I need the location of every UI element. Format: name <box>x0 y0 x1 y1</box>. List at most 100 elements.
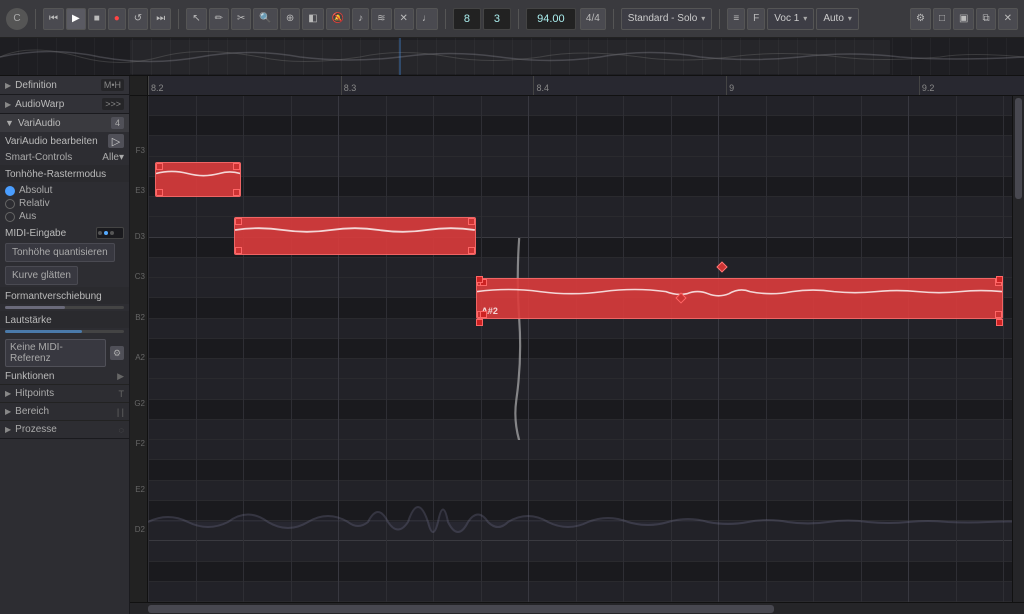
note-a2: A2 <box>135 354 145 362</box>
bereich-header[interactable]: ▶ Bereich | | <box>0 403 129 420</box>
ruler-piano-spacer <box>130 76 148 95</box>
time-sig-display[interactable]: 4/4 <box>580 8 606 30</box>
variaudio-number: 4 <box>111 117 124 129</box>
tool-vel[interactable]: ≋ <box>371 8 391 30</box>
handle-2-tr[interactable] <box>468 218 475 225</box>
tool-draw[interactable]: ✏ <box>209 8 229 30</box>
record-button[interactable]: ● <box>108 8 126 30</box>
left-panel: ▶ Definition M•H ▶ AudioWarp >>> ▼ VariA… <box>0 76 130 614</box>
horizontal-scrollbar[interactable] <box>130 602 1024 614</box>
edit-label: VariAudio bearbeiten <box>5 136 104 147</box>
handle-1-tl[interactable] <box>156 163 163 170</box>
settings-button[interactable]: ⚙ <box>910 8 931 30</box>
no-midi-btn[interactable]: Keine MIDI-Referenz <box>5 339 106 367</box>
voice-mute[interactable]: F <box>747 8 765 30</box>
smooth-curve-btn[interactable]: Kurve glätten <box>5 266 78 285</box>
quantize-value[interactable]: 8 <box>453 8 481 30</box>
prozesse-section: ▶ Prozesse ◌ <box>0 420 129 438</box>
tool-split[interactable]: ⊕ <box>280 8 300 30</box>
handle-3-mid2[interactable] <box>480 311 487 318</box>
prozesse-icon: ◌ <box>119 425 124 435</box>
tool-erase[interactable]: ✂ <box>231 8 251 30</box>
waveform-overview[interactable] <box>0 38 1024 76</box>
window-button2[interactable]: ▣ <box>953 8 974 30</box>
pitch-block-1[interactable] <box>155 162 241 197</box>
voice-button[interactable]: ≡ <box>727 8 745 30</box>
hitpoints-section: ▶ Hitpoints T <box>0 384 129 402</box>
piano-keyboard: F3 E3 D3 C3 B2 A2 G2 F2 E2 D2 <box>130 96 148 602</box>
close-button[interactable]: ✕ <box>998 8 1018 30</box>
tool-glue[interactable]: ◧ <box>302 8 323 30</box>
tool-buttons: ↖ ✏ ✂ 🔍 ⊕ ◧ 🔕 ♪ ≋ ✕ ♩ <box>186 8 438 30</box>
audio-waveform-between <box>476 238 562 440</box>
row-gs2 <box>148 339 1012 359</box>
row-e3s <box>148 116 1012 136</box>
marker-left-top[interactable] <box>476 276 483 283</box>
handle-1-br[interactable] <box>233 189 240 196</box>
stop-button[interactable]: ■ <box>88 8 106 30</box>
voice-controls: ≡ F Voc 1 Auto <box>727 8 859 30</box>
tool-mute[interactable]: 🔕 <box>326 8 350 30</box>
scroll-thumb-v[interactable] <box>1015 98 1022 199</box>
sep6 <box>719 9 720 29</box>
window-button3[interactable]: ⧉ <box>976 8 995 30</box>
marker-right-bottom[interactable] <box>996 319 1003 326</box>
handle-2-bl[interactable] <box>235 247 242 254</box>
radio-aus[interactable]: Aus <box>5 210 124 223</box>
radio-relativ[interactable]: Relativ <box>5 197 124 210</box>
radio-relativ-label: Relativ <box>19 198 50 209</box>
handle-2-tl[interactable] <box>235 218 242 225</box>
volume-label: Lautstärke <box>0 311 129 328</box>
tool-chord[interactable]: ♪ <box>352 8 369 30</box>
radio-aus-label: Aus <box>19 211 36 222</box>
pitch-block-3[interactable]: A#2 <box>476 278 1003 318</box>
tool-note[interactable]: ♩ <box>416 8 438 30</box>
formant-slider[interactable] <box>5 306 124 309</box>
quantize-pitch-btn[interactable]: Tonhöhe quantisieren <box>5 243 115 262</box>
note-c3: C3 <box>135 273 145 281</box>
tool-zoom[interactable]: 🔍 <box>253 8 277 30</box>
cycle-button[interactable]: ↺ <box>128 8 148 30</box>
volume-slider[interactable] <box>5 330 124 333</box>
no-midi-row: Keine MIDI-Referenz ⚙ <box>0 337 129 369</box>
no-midi-settings-icon[interactable]: ⚙ <box>110 346 124 360</box>
variaudio-header: ▼ VariAudio 4 <box>0 114 129 132</box>
quantize-group: 8 3 <box>453 8 511 30</box>
handle-2-br[interactable] <box>468 247 475 254</box>
quantize-sub[interactable]: 3 <box>483 8 511 30</box>
audiowarp-header[interactable]: ▶ AudioWarp >>> <box>0 95 129 113</box>
marker-left-bottom[interactable] <box>476 319 483 326</box>
definition-label: Definition <box>15 80 97 91</box>
edit-icon-btn[interactable]: ▷ <box>108 134 124 148</box>
voice-dropdown[interactable]: Voc 1 <box>767 8 814 30</box>
note-d2: D2 <box>135 526 145 534</box>
volume-slider-row <box>0 328 129 335</box>
background-waveform <box>148 442 1012 602</box>
tool-x[interactable]: ✕ <box>394 8 414 30</box>
rewind-button[interactable]: ⏮ <box>43 8 64 30</box>
forward-button[interactable]: ⏭ <box>150 8 171 30</box>
pitch-grid[interactable]: A#2 <box>148 96 1012 602</box>
hitpoints-header[interactable]: ▶ Hitpoints T <box>0 385 129 402</box>
row-d3 <box>148 177 1012 197</box>
handle-3-br[interactable] <box>995 311 1002 318</box>
window-button1[interactable]: □ <box>933 8 951 30</box>
handle-1-tr[interactable] <box>233 163 240 170</box>
marker-right-top[interactable] <box>996 276 1003 283</box>
funktionen-arrow: ▶ <box>117 371 124 382</box>
vertical-scrollbar[interactable] <box>1012 96 1024 602</box>
pitch-block-2[interactable] <box>234 217 476 255</box>
smart-controls-all[interactable]: Alle▾ <box>102 152 124 163</box>
radio-absolut[interactable]: Absolut <box>5 184 124 197</box>
auto-dropdown[interactable]: Auto <box>816 8 859 30</box>
midi-dot2 <box>104 231 108 235</box>
definition-header[interactable]: ▶ Definition M•H <box>0 76 129 94</box>
toolbar: C ⏮ ▶ ■ ● ↺ ⏭ ↖ ✏ ✂ 🔍 ⊕ ◧ 🔕 ♪ ≋ ✕ ♩ 8 3 … <box>0 0 1024 38</box>
handle-1-bl[interactable] <box>156 189 163 196</box>
tempo-display[interactable]: 94.00 <box>526 8 576 30</box>
scroll-thumb-h[interactable] <box>148 605 774 613</box>
prozesse-header[interactable]: ▶ Prozesse ◌ <box>0 421 129 438</box>
play-button[interactable]: ▶ <box>66 8 86 30</box>
chord-mode-dropdown[interactable]: Standard - Solo <box>621 8 713 30</box>
tool-select[interactable]: ↖ <box>186 8 206 30</box>
